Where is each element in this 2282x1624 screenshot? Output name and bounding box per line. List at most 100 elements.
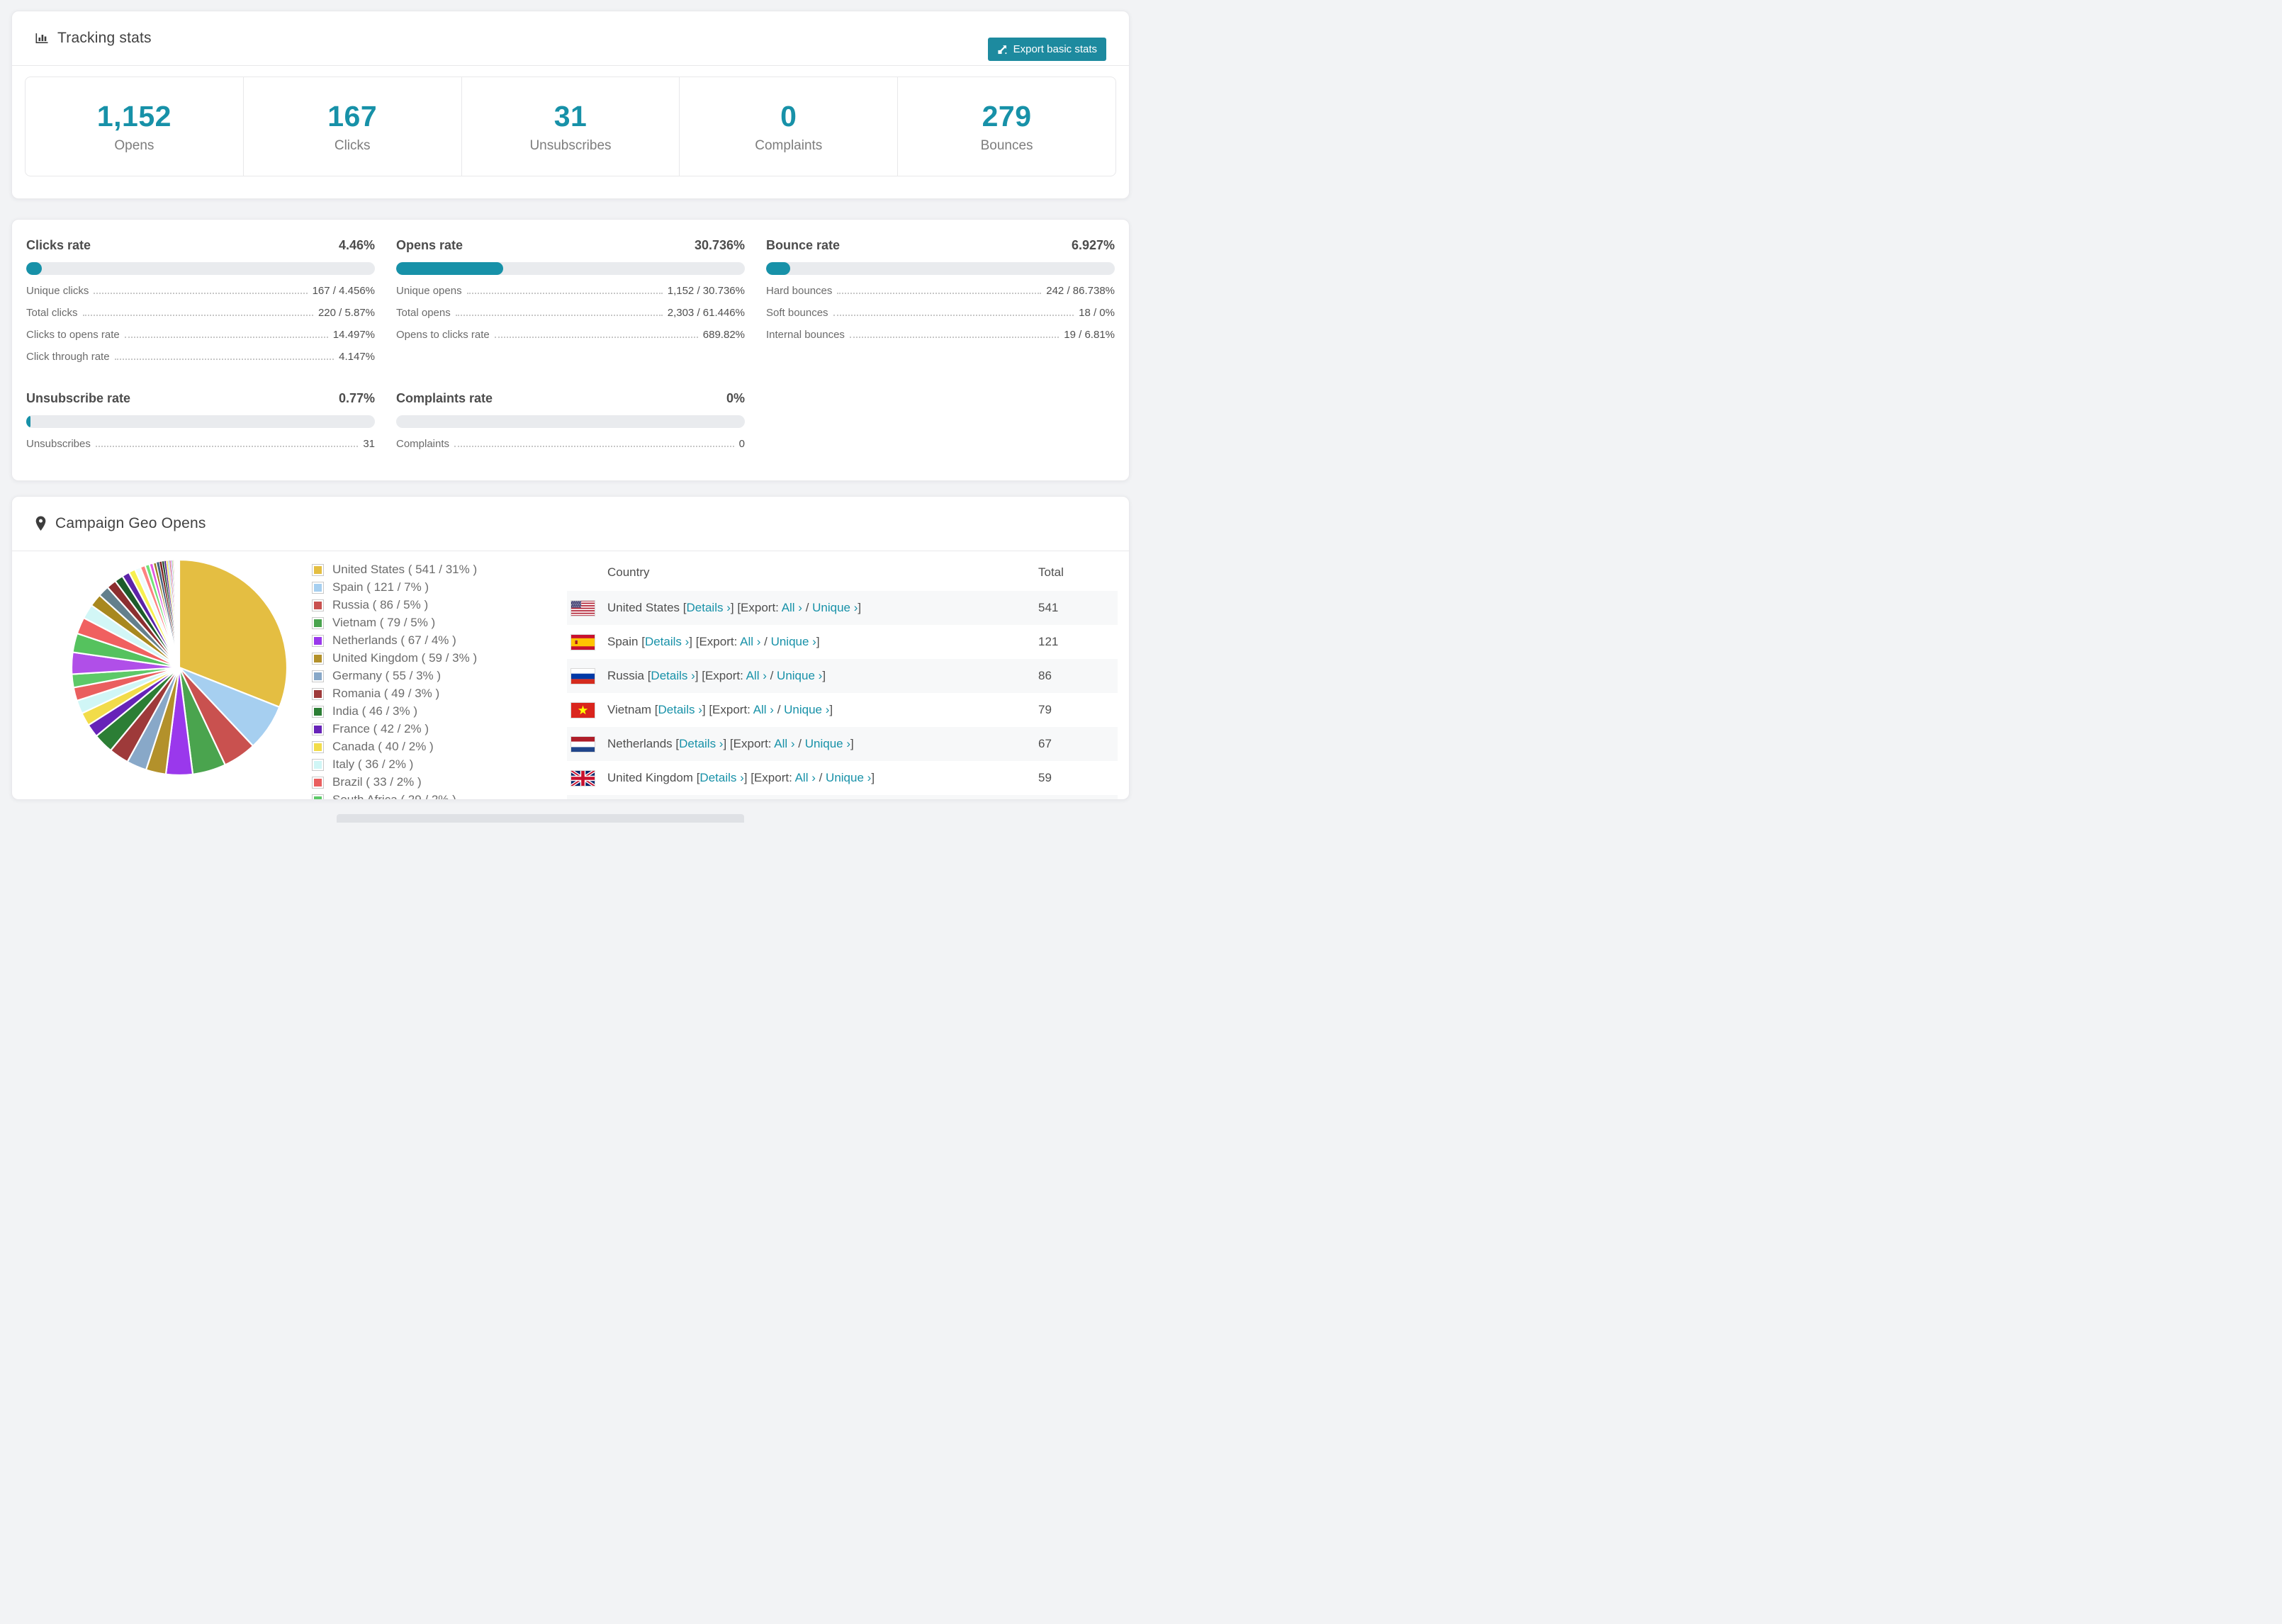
slash: / [794,737,805,750]
legend-swatch [312,634,324,647]
bracket: ] [829,703,833,716]
pie-svg [70,558,288,777]
rate-value: 6.927% [1071,238,1115,252]
details-link[interactable]: Details › [651,669,695,682]
legend-label: United Kingdom ( 59 / 3% ) [332,651,478,665]
legend-item-south-africa: South Africa ( 29 / 2% ) [312,793,567,799]
legend-item-germany: Germany ( 55 / 3% ) [312,669,567,683]
rate-detail-rows: Complaints 0 [396,438,745,450]
rate-detail-row: Clicks to opens rate 14.497% [26,329,375,341]
bracket: ] [871,771,875,784]
export-all-link[interactable]: All › [774,737,794,750]
detail-label: Unique clicks [26,285,89,297]
rates-card: Clicks rate 4.46% Unique clicks 167 / 4.456… [11,219,1130,481]
detail-value: 689.82% [702,329,745,341]
rate-title: Opens rate [396,238,463,252]
legend-label: Spain ( 121 / 7% ) [332,580,429,594]
vn-flag-icon [567,693,607,727]
stat-value: 167 [327,99,378,132]
export-unique-link[interactable]: Unique › [771,635,816,648]
country-cell: Russia [Details ›] [Export: All › / Uniq… [607,659,1038,693]
legend-swatch [312,616,324,629]
rate-head: Clicks rate 4.46% [26,238,375,253]
rate-value: 4.46% [338,238,375,252]
bracket: ] [Export: [695,669,746,682]
legend-item-vietnam: Vietnam ( 79 / 5% ) [312,616,567,630]
country-name: United Kingdom [607,771,697,784]
legend-swatch [312,670,324,682]
export-all-link[interactable]: All › [782,601,802,614]
summary-stats: 1,152 Opens 167 Clicks 31 Unsubscribes 0 Compla… [25,77,1116,176]
legend-swatch [312,687,324,700]
country-name: Russia [607,669,648,682]
export-unique-link[interactable]: Unique › [777,669,822,682]
legend-item-united-kingdom: United Kingdom ( 59 / 3% ) [312,651,567,665]
bracket: ] [816,635,820,648]
slash: / [802,601,813,614]
dotted-leader [466,293,663,294]
stat-opens: 1,152 Opens [26,77,244,176]
stat-clicks: 167 Clicks [244,77,462,176]
detail-value: 14.497% [332,329,375,341]
export-unique-link[interactable]: Unique › [812,601,858,614]
country-cell: Germany [Details ›] [Export: All › / Uni… [607,795,1038,799]
detail-value: 220 / 5.87% [317,307,375,319]
geo-table-header-row: Country Total [567,553,1118,591]
rate-progress-bar [396,415,745,428]
export-all-link[interactable]: All › [795,771,816,784]
export-unique-link[interactable]: Unique › [826,771,871,784]
details-link[interactable]: Details › [687,601,731,614]
dotted-leader [94,293,308,294]
export-unique-link[interactable]: Unique › [805,737,850,750]
legend-swatch [312,758,324,771]
tracking-stats-header: Tracking stats Export basic stats [12,11,1129,66]
dotted-leader [455,315,663,316]
rate-detail-row: Unique opens 1,152 / 30.736% [396,285,745,297]
export-all-link[interactable]: All › [746,669,767,682]
dotted-leader [833,315,1074,316]
details-link[interactable]: Details › [699,771,743,784]
export-basic-stats-button[interactable]: Export basic stats [987,38,1106,61]
legend-swatch [312,794,324,799]
export-unique-link[interactable]: Unique › [784,703,829,716]
rate-grid: Clicks rate 4.46% Unique clicks 167 / 4.456… [12,220,1129,450]
bracket: ] [Export: [723,737,775,750]
legend-label: France ( 42 / 2% ) [332,722,429,735]
export-all-link[interactable]: All › [740,635,760,648]
details-link[interactable]: Details › [658,703,702,716]
details-link[interactable]: Details › [679,737,723,750]
country-name: Spain [607,635,642,648]
de-flag-icon [567,795,607,799]
rate-value: 30.736% [694,238,745,252]
detail-value: 1,152 / 30.736% [667,285,745,297]
detail-label: Click through rate [26,351,110,363]
ru-flag-icon [567,659,607,693]
legend-swatch [312,705,324,718]
geo-table-row-nl: Netherlands [Details ›] [Export: All › /… [567,727,1118,761]
rate-detail-rows: Unsubscribes 31 [26,438,375,450]
detail-value: 242 / 86.738% [1046,285,1115,297]
geo-table-row-de: Germany [Details ›] [Export: All › / Uni… [567,795,1118,799]
dotted-leader [454,446,734,447]
bracket: ] [Export: [689,635,741,648]
export-all-link[interactable]: All › [753,703,774,716]
stat-complaints: 0 Complaints [680,77,899,176]
stat-label: Bounces [980,137,1033,153]
geo-table-row-vn: Vietnam [Details ›] [Export: All › / Uni… [567,693,1118,727]
rate-progress-fill [26,262,42,275]
country-column-header: Country [607,565,650,579]
rate-detail-row: Internal bounces 19 / 6.81% [766,329,1115,341]
country-name: Vietnam [607,703,655,716]
detail-label: Internal bounces [766,329,845,341]
details-link[interactable]: Details › [645,635,689,648]
detail-value: 4.147% [339,351,375,363]
rate-head: Opens rate 30.736% [396,238,745,253]
rate-head: Bounce rate 6.927% [766,238,1115,253]
detail-label: Total clicks [26,307,78,319]
country-total: 79 [1038,703,1052,716]
rate-value: 0.77% [338,391,375,405]
dotted-leader [849,337,1060,338]
geo-table-row-es: Spain [Details ›] [Export: All › / Uniqu… [567,625,1118,659]
slash: / [773,703,785,716]
legend-label: Italy ( 36 / 2% ) [332,757,414,771]
